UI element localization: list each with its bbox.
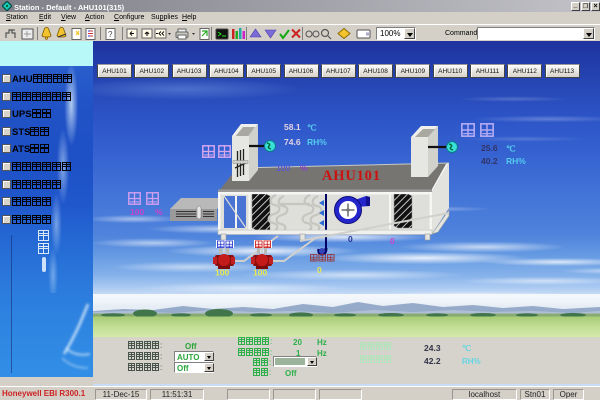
svg-text:0: 0 (348, 234, 353, 244)
svg-text:40.2: 40.2 (481, 156, 498, 166)
svg-text:0: 0 (390, 236, 395, 246)
svg-text:RH%: RH% (307, 137, 327, 147)
svg-text:100: 100 (253, 268, 267, 278)
svg-text:25.6: 25.6 (481, 143, 498, 153)
svg-text:%: % (155, 207, 163, 217)
svg-text:℃: ℃ (307, 123, 317, 133)
svg-text:RH%: RH% (506, 156, 526, 166)
svg-text:58.1: 58.1 (284, 122, 301, 132)
svg-text:100: 100 (276, 163, 290, 173)
svg-text:%: % (300, 163, 308, 173)
svg-text:AHU101: AHU101 (322, 168, 381, 184)
svg-text:0: 0 (317, 265, 322, 275)
svg-text:100: 100 (130, 207, 144, 217)
svg-text:100: 100 (215, 268, 229, 278)
svg-text:℃: ℃ (506, 144, 516, 154)
svg-text:74.6: 74.6 (284, 137, 301, 147)
